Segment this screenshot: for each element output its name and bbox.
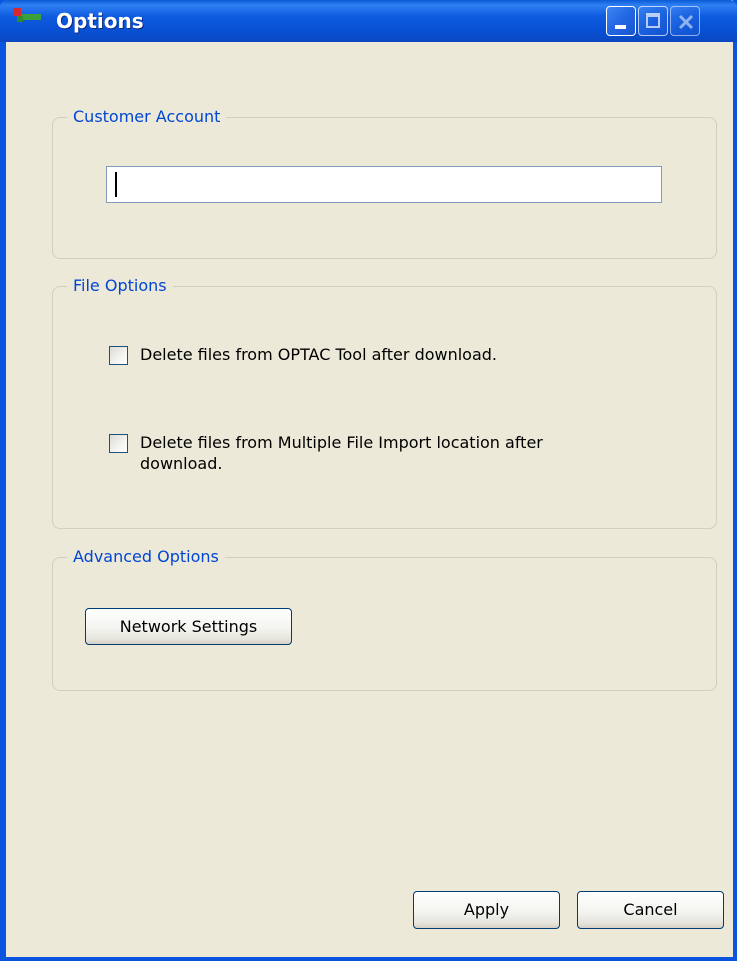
- file-options-group: File Options Delete files from OPTAC Too…: [52, 275, 717, 529]
- delete-import-files-checkbox[interactable]: [109, 434, 128, 453]
- options-dialog: Options Customer Account File Options De…: [0, 0, 737, 961]
- close-icon: [678, 14, 694, 30]
- customer-account-input[interactable]: [106, 166, 662, 203]
- maximize-icon: [646, 13, 660, 28]
- close-button[interactable]: [670, 6, 700, 36]
- delete-import-files-label: Delete files from Multiple File Import l…: [140, 433, 543, 473]
- file-options-legend: File Options: [67, 275, 173, 297]
- minimize-button[interactable]: [606, 6, 636, 36]
- delete-optac-files-checkbox[interactable]: [109, 346, 128, 365]
- window-title: Options: [56, 9, 144, 33]
- delete-optac-files-label: Delete files from OPTAC Tool after downl…: [140, 345, 498, 364]
- customer-account-legend: Customer Account: [67, 106, 227, 128]
- cancel-button[interactable]: Cancel: [577, 891, 724, 929]
- title-bar[interactable]: Options: [0, 0, 737, 42]
- advanced-options-legend: Advanced Options: [67, 546, 225, 568]
- maximize-button[interactable]: [638, 6, 668, 36]
- network-settings-button[interactable]: Network Settings: [85, 608, 292, 645]
- app-icon: [13, 8, 41, 22]
- minimize-icon: [615, 25, 626, 29]
- text-caret: [115, 172, 117, 197]
- customer-account-group: Customer Account: [52, 106, 717, 259]
- apply-button[interactable]: Apply: [413, 891, 560, 929]
- advanced-options-group: Advanced Options Network Settings: [52, 546, 717, 691]
